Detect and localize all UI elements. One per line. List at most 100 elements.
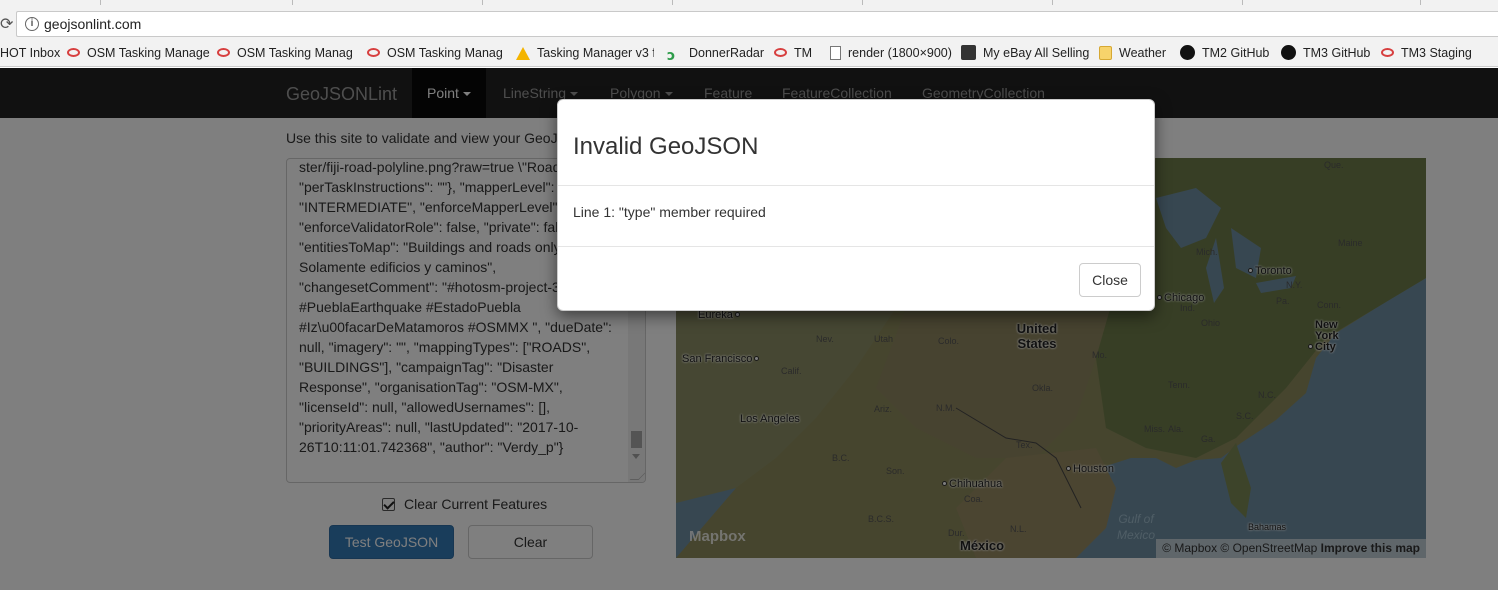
error-message: Line 1: "type" member required — [573, 204, 766, 220]
state-label: Dur. — [948, 528, 965, 538]
tab-separator — [482, 0, 483, 5]
state-label: Ariz. — [874, 404, 892, 414]
clear-features-checkbox[interactable] — [382, 498, 395, 511]
clear-button[interactable]: Clear — [468, 525, 593, 559]
state-label: Colo. — [938, 336, 960, 346]
tab-separator — [100, 0, 101, 5]
state-label: Ala. — [1168, 424, 1184, 434]
state-label: Ga. — [1201, 434, 1216, 444]
state-label: Coa. — [964, 494, 984, 504]
state-label: Miss. — [1144, 424, 1165, 434]
tab-separator — [1242, 0, 1243, 5]
bookmark-label: Tasking Manager v3 f — [537, 46, 654, 60]
bookmark-label: Weather — [1119, 46, 1167, 60]
country-label: México — [960, 538, 1005, 553]
close-button[interactable]: Close — [1079, 263, 1141, 297]
city-label: Bahamas — [1248, 522, 1287, 532]
improve-map-link[interactable]: Improve this map — [1321, 541, 1420, 555]
tab-separator — [1052, 0, 1053, 5]
state-label: Utah — [874, 334, 894, 344]
bookmark-label: HOT Inbox — [0, 46, 61, 60]
attribution-text[interactable]: © Mapbox © OpenStreetMap — [1162, 541, 1317, 555]
bookmark[interactable]: TM3 Staging — [1381, 45, 1472, 63]
city-label: Chihuahua — [942, 478, 1002, 490]
state-label: Calif. — [781, 366, 802, 376]
reload-icon[interactable]: ⟳ — [0, 13, 13, 35]
bookmark[interactable]: Tasking Manager v3 f — [516, 45, 654, 63]
browser-toolbar: ⟳ i geojsonlint.com — [0, 8, 1498, 40]
address-url[interactable]: geojsonlint.com — [44, 16, 141, 32]
state-label: Tenn. — [1168, 380, 1191, 390]
bookmark[interactable]: OSM Tasking Manage — [367, 45, 502, 63]
state-label: B.C. — [832, 453, 850, 463]
bookmark-label: TM — [794, 46, 813, 60]
test-geojson-button[interactable]: Test GeoJSON — [329, 525, 454, 559]
bookmark[interactable]: HOT Inbox — [0, 45, 60, 63]
state-label: Nev. — [816, 334, 834, 344]
nav-label: LineString — [503, 85, 567, 101]
city-label: New York City — [1308, 320, 1359, 353]
state-label: Mo. — [1092, 350, 1108, 360]
bookmark-label: OSM Tasking Manage — [87, 46, 210, 60]
bookmark[interactable]: TM — [774, 45, 812, 63]
page-icon — [830, 46, 841, 60]
browser-tab-strip — [0, 0, 1498, 8]
brand-link[interactable]: GeoJSONLint — [286, 84, 397, 105]
bookmark-label: TM2 GitHub — [1202, 46, 1270, 60]
scroll-down-arrow-icon[interactable] — [632, 454, 640, 459]
state-label: Que. — [1324, 160, 1344, 170]
tab-separator — [1420, 0, 1421, 5]
scrollbar-thumb[interactable] — [631, 431, 642, 448]
state-label: N.L. — [1010, 524, 1027, 534]
bookmarks-bar: HOT Inbox OSM Tasking Manage OSM Tasking… — [0, 40, 1498, 67]
bookmark[interactable]: TM3 GitHub — [1281, 45, 1370, 63]
hot-icon — [1381, 48, 1394, 57]
hot-icon — [67, 48, 80, 57]
bookmark[interactable]: OSM Tasking Manage — [217, 45, 352, 63]
clear-features-label: Clear Current Features — [404, 496, 548, 512]
state-label: Mich. — [1196, 247, 1218, 257]
google-drive-icon — [516, 47, 530, 60]
state-label: Son. — [886, 466, 905, 476]
bookmark[interactable]: ↄ DonnerRadar — [667, 45, 764, 63]
state-label: Tex. — [1016, 440, 1033, 450]
bookmark[interactable]: OSM Tasking Manage — [67, 45, 210, 63]
country-label: United States — [1016, 321, 1058, 351]
bookmark[interactable]: render (1800×900) — [830, 45, 952, 63]
bookmark[interactable]: TM2 GitHub — [1180, 45, 1269, 63]
state-label: Maine — [1338, 238, 1363, 248]
site-info-icon[interactable]: i — [25, 17, 39, 31]
bookmark-label: TM3 Staging — [1401, 46, 1472, 60]
ebay-icon — [961, 45, 976, 60]
bookmark[interactable]: Weather — [1099, 45, 1166, 63]
city-label: Toronto — [1248, 265, 1292, 277]
modal-header: Invalid GeoJSON — [558, 100, 1154, 186]
modal-title: Invalid GeoJSON — [573, 133, 759, 160]
city-label: Houston — [1066, 463, 1114, 475]
caret-down-icon — [570, 92, 579, 97]
bookmark-label: TM3 GitHub — [1303, 46, 1371, 60]
caret-down-icon — [462, 92, 471, 97]
bookmark-label: DonnerRadar — [689, 46, 765, 60]
state-label: Pa. — [1276, 296, 1290, 306]
bookmark[interactable]: My eBay All Selling — [961, 45, 1089, 63]
state-label: Ind. — [1180, 303, 1196, 313]
github-icon — [1281, 45, 1296, 60]
state-label: Okla. — [1032, 383, 1054, 393]
nav-point-dropdown[interactable]: Point — [412, 68, 486, 118]
state-label: N.C. — [1258, 390, 1276, 400]
tab-separator — [672, 0, 673, 5]
city-label: San Francisco — [682, 353, 761, 365]
state-label: N.M. — [936, 403, 955, 413]
modal-body: Line 1: "type" member required — [558, 186, 1154, 247]
address-bar[interactable]: i geojsonlint.com — [16, 11, 1498, 37]
state-label: B.C.S. — [868, 514, 895, 524]
clear-features-option[interactable]: Clear Current Features — [382, 496, 547, 512]
intro-text: Use this site to validate and view your … — [286, 130, 588, 146]
github-icon — [1180, 45, 1195, 60]
hot-icon — [774, 48, 787, 57]
state-label: N.Y. — [1286, 280, 1303, 290]
bookmark-label: My eBay All Selling — [983, 46, 1090, 60]
hot-icon — [217, 48, 230, 57]
mapbox-logo[interactable]: Mapbox — [689, 528, 746, 545]
